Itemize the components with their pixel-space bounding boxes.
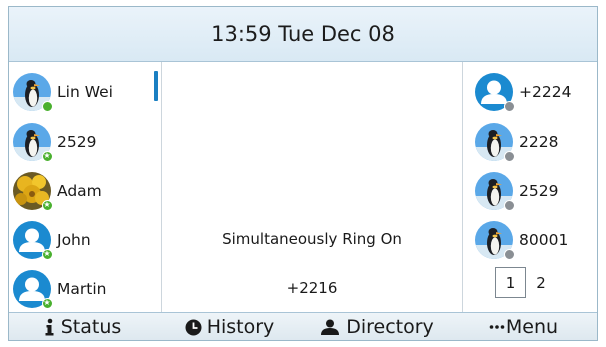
penguin-avatar-icon (475, 221, 515, 260)
right-line-keys: +2224 2228 2529 80001 1 2 (463, 62, 597, 312)
status-bar: 13:59 Tue Dec 08 (9, 7, 597, 62)
line-key-label: 80001 (519, 231, 569, 249)
offline-status-icon (504, 151, 515, 162)
line-key-label: Adam (57, 182, 102, 200)
contacts-icon (319, 319, 341, 335)
line-key-adam[interactable]: Adam (13, 166, 153, 216)
line-key-2529-right[interactable]: 2529 (475, 166, 597, 216)
line-key-2224[interactable]: +2224 (475, 67, 597, 117)
line-key-label: 2529 (57, 133, 97, 151)
line-key-label: 2529 (519, 182, 559, 200)
page-1-button[interactable]: 1 (495, 267, 526, 298)
page-switcher: 1 2 (495, 267, 556, 298)
directory-softkey-label: Directory (346, 316, 434, 338)
ellipsis-icon (489, 324, 505, 330)
menu-softkey-label: Menu (505, 316, 559, 338)
line-key-label: 2228 (519, 133, 559, 151)
menu-softkey[interactable]: Menu (450, 313, 597, 340)
favorite-online-icon (42, 247, 53, 261)
directory-softkey[interactable]: Directory (303, 313, 450, 340)
status-softkey-label: Status (60, 316, 122, 338)
offline-status-icon (504, 101, 515, 112)
datetime-label: 13:59 Tue Dec 08 (211, 22, 395, 46)
info-icon (44, 318, 56, 336)
status-message: Simultaneously Ring On (222, 230, 402, 248)
status-softkey[interactable]: Status (9, 313, 156, 340)
line-key-2529[interactable]: 2529 (13, 117, 153, 167)
penguin-avatar-icon (475, 123, 515, 162)
favorite-online-icon (42, 149, 53, 163)
clock-icon (185, 319, 202, 336)
penguin-avatar-icon (13, 73, 53, 112)
line-key-john[interactable]: John (13, 215, 153, 265)
favorite-online-icon (42, 296, 53, 310)
default-person-icon (13, 270, 53, 310)
line-key-80001[interactable]: 80001 (475, 215, 597, 265)
line-key-lin-wei[interactable]: Lin Wei (13, 67, 153, 117)
offline-status-icon (504, 249, 515, 260)
offline-status-icon (504, 200, 515, 211)
line-key-label: +2224 (519, 83, 572, 101)
history-softkey-label: History (206, 316, 275, 338)
flower-avatar-icon (13, 172, 53, 212)
phone-screen: 13:59 Tue Dec 08 Lin Wei 2529 Adam (8, 6, 598, 341)
penguin-avatar-icon (13, 123, 53, 163)
idle-center-panel: Simultaneously Ring On +2216 (161, 62, 463, 312)
default-person-icon (475, 73, 515, 112)
default-person-icon (13, 221, 53, 261)
online-status-icon (42, 101, 53, 112)
page-2-button[interactable]: 2 (526, 274, 556, 292)
left-line-keys: Lin Wei 2529 Adam John (9, 62, 161, 312)
line-key-label: Martin (57, 280, 107, 298)
line-key-2228[interactable]: 2228 (475, 117, 597, 167)
softkey-bar: Status History Directory Menu (9, 312, 597, 340)
selection-indicator (154, 71, 158, 101)
line-key-label: John (57, 231, 91, 249)
history-softkey[interactable]: History (156, 313, 303, 340)
local-number: +2216 (286, 279, 338, 297)
penguin-avatar-icon (475, 172, 515, 211)
line-key-label: Lin Wei (57, 83, 113, 101)
line-key-martin[interactable]: Martin (13, 264, 153, 314)
favorite-online-icon (42, 198, 53, 212)
